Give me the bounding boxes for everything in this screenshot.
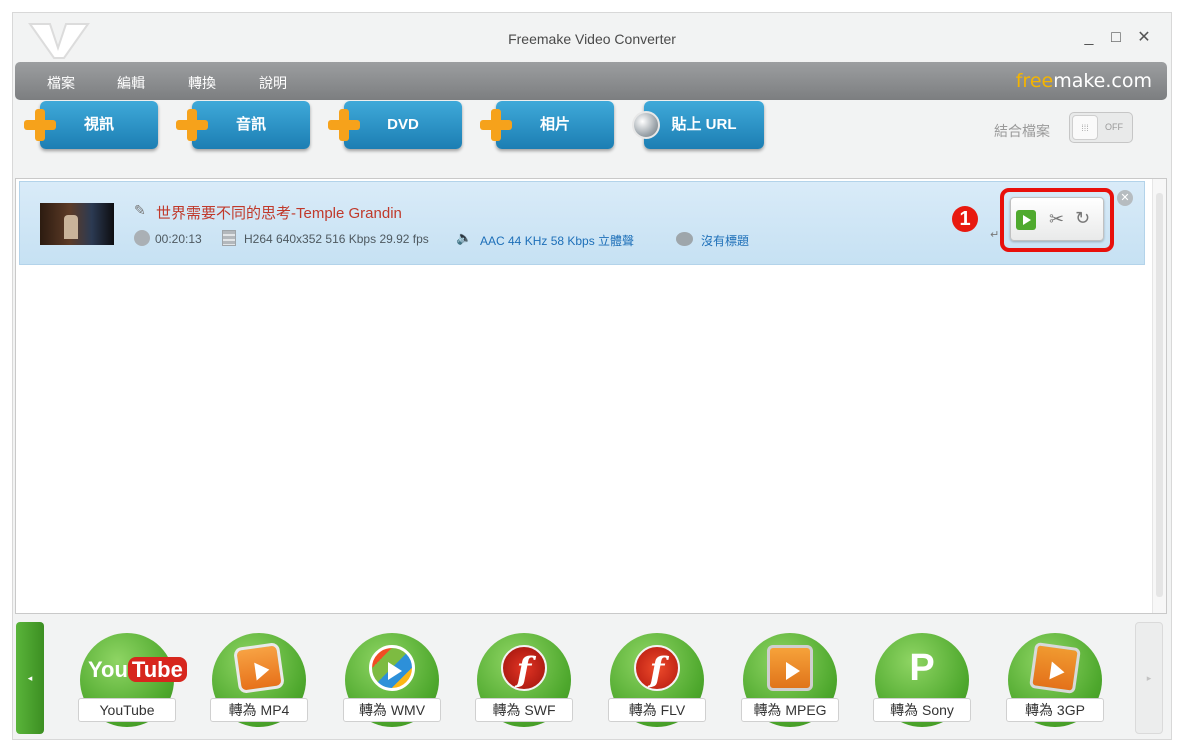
scrollbar-thumb[interactable] <box>1156 193 1163 597</box>
mp4-device-icon <box>233 642 285 694</box>
preset-label: YouTube <box>78 698 176 722</box>
file-title[interactable]: 世界需要不同的思考-Temple Grandin <box>156 202 402 223</box>
subtitle-bubble-icon <box>676 232 693 246</box>
flash-swf-icon: f <box>501 645 547 691</box>
video-thumbnail <box>40 203 114 245</box>
file-list-container: ✎ 世界需要不同的思考-Temple Grandin 00:20:13 H264… <box>12 12 1172 632</box>
tv-icon <box>767 645 813 691</box>
preset-label: 轉為 WMV <box>343 698 441 722</box>
speaker-icon: 🔈 <box>456 230 473 245</box>
wmv-icon <box>369 645 415 691</box>
rotate-icon[interactable]: ↻ <box>1075 208 1090 229</box>
return-mark-icon: ↵ <box>990 229 1000 241</box>
preset-label: 轉為 FLV <box>608 698 706 722</box>
play-icon[interactable] <box>1016 210 1036 230</box>
audio-info[interactable]: AAC 44 KHz 58 Kbps 立體聲 <box>480 232 634 249</box>
preset-label: 轉為 3GP <box>1006 698 1104 722</box>
preset-flv[interactable]: f 轉為 FLV <box>608 633 706 729</box>
preset-label: 轉為 MP4 <box>210 698 308 722</box>
youtube-tube: Tube <box>127 657 187 682</box>
file-list: ✎ 世界需要不同的思考-Temple Grandin 00:20:13 H264… <box>15 178 1167 614</box>
preset-label: 轉為 Sony <box>873 698 971 722</box>
youtube-icon: You Tube <box>88 653 187 687</box>
scroll-presets-left-button[interactable]: ◂ <box>16 622 44 734</box>
file-actions-group: ✂ ↻ <box>1010 197 1104 241</box>
file-duration: 00:20:13 <box>155 232 202 246</box>
preset-wmv[interactable]: 轉為 WMV <box>343 633 441 729</box>
film-icon <box>222 230 236 246</box>
preset-sony[interactable]: P 轉為 Sony <box>873 633 971 729</box>
phone-icon <box>1029 642 1081 694</box>
scissors-icon[interactable]: ✂ <box>1049 209 1064 230</box>
callout-badge: 1 <box>952 206 978 232</box>
preset-mp4[interactable]: 轉為 MP4 <box>210 633 308 729</box>
rename-pencil-icon[interactable]: ✎ <box>134 202 146 219</box>
preset-label: 轉為 SWF <box>475 698 573 722</box>
subtitle-info[interactable]: 沒有標題 <box>701 232 749 249</box>
preset-mpeg[interactable]: 轉為 MPEG <box>741 633 839 729</box>
clock-icon <box>134 230 150 246</box>
preset-label: 轉為 MPEG <box>741 698 839 722</box>
scroll-presets-right-button[interactable]: ▸ <box>1135 622 1163 734</box>
youtube-you: You <box>88 657 128 682</box>
remove-file-icon[interactable]: ✕ <box>1117 190 1133 206</box>
preset-3gp[interactable]: 轉為 3GP <box>1006 633 1104 729</box>
preset-swf[interactable]: f 轉為 SWF <box>475 633 573 729</box>
playstation-icon: P <box>909 647 935 689</box>
preset-youtube[interactable]: You Tube YouTube <box>78 633 187 729</box>
scrollbar[interactable] <box>1152 179 1166 613</box>
video-info[interactable]: H264 640x352 516 Kbps 29.92 fps <box>244 232 429 246</box>
flash-flv-icon: f <box>634 645 680 691</box>
